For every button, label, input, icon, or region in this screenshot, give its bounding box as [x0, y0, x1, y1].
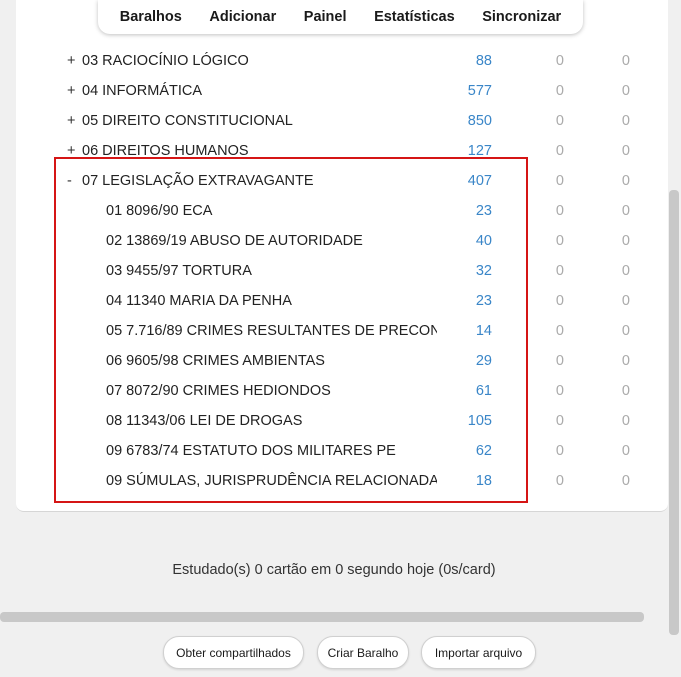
subdeck-row-maria-da-penha[interactable]: 04 11340 MARIA DA PENHA 23 0 0	[16, 286, 668, 316]
top-navigation-bar: Baralhos Adicionar Painel Estatísticas S…	[98, 0, 583, 34]
vertical-scrollbar[interactable]	[669, 190, 679, 635]
due-count: 0	[621, 113, 630, 129]
due-count: 0	[621, 413, 630, 429]
horizontal-scrollbar[interactable]	[0, 612, 644, 622]
deck-name[interactable]: 03 9455/97 TORTURA	[106, 256, 437, 286]
learn-count: 0	[555, 233, 564, 249]
subdeck-row-abuso-de-autoridade[interactable]: 02 13869/19 ABUSO DE AUTORIDADE 40 0 0	[16, 226, 668, 256]
new-count: 127	[467, 143, 492, 159]
deck-list-panel: + 03 RACIOCÍNIO LÓGICO 88 0 0 + 04 INFOR…	[16, 0, 668, 512]
due-count: 0	[621, 173, 630, 189]
new-count: 850	[467, 113, 492, 129]
due-count: 0	[621, 53, 630, 69]
learn-count: 0	[555, 473, 564, 489]
learn-count: 0	[555, 173, 564, 189]
deck-name[interactable]: 04 11340 MARIA DA PENHA	[106, 286, 437, 316]
deck-name[interactable]: 07 LEGISLAÇÃO EXTRAVAGANTE	[82, 166, 427, 196]
deck-name[interactable]: 04 INFORMÁTICA	[82, 76, 427, 106]
learn-count: 0	[555, 53, 564, 69]
new-count: 23	[475, 203, 492, 219]
nav-baralhos[interactable]: Baralhos	[120, 9, 182, 25]
due-count: 0	[621, 83, 630, 99]
due-count: 0	[621, 443, 630, 459]
new-count: 62	[475, 443, 492, 459]
expand-toggle[interactable]: +	[67, 76, 81, 106]
due-count: 0	[621, 383, 630, 399]
learn-count: 0	[555, 383, 564, 399]
nav-adicionar[interactable]: Adicionar	[209, 9, 276, 25]
due-count: 0	[621, 323, 630, 339]
learn-count: 0	[555, 203, 564, 219]
new-count: 61	[475, 383, 492, 399]
new-count: 407	[467, 173, 492, 189]
expand-toggle[interactable]: +	[67, 136, 81, 166]
due-count: 0	[621, 473, 630, 489]
new-count: 88	[475, 53, 492, 69]
due-count: 0	[621, 143, 630, 159]
deck-row-direito-constitucional[interactable]: + 05 DIREITO CONSTITUCIONAL 850 0 0	[16, 106, 668, 136]
learn-count: 0	[555, 413, 564, 429]
learn-count: 0	[555, 443, 564, 459]
due-count: 0	[621, 263, 630, 279]
deck-row-raciocinio-logico[interactable]: + 03 RACIOCÍNIO LÓGICO 88 0 0	[16, 46, 668, 76]
deck-name[interactable]: 06 DIREITOS HUMANOS	[82, 136, 427, 166]
subdeck-row-crimes-preconceito[interactable]: 05 7.716/89 CRIMES RESULTANTES DE PRECON…	[16, 316, 668, 346]
subdeck-row-estatuto-militares[interactable]: 09 6783/74 ESTATUTO DOS MILITARES PE 62 …	[16, 436, 668, 466]
get-shared-button[interactable]: Obter compartilhados	[163, 636, 304, 669]
nav-painel[interactable]: Painel	[304, 9, 347, 25]
deck-row-legislacao-extravagante[interactable]: - 07 LEGISLAÇÃO EXTRAVAGANTE 407 0 0	[16, 166, 668, 196]
deck-name[interactable]: 09 6783/74 ESTATUTO DOS MILITARES PE	[106, 436, 437, 466]
nav-estatisticas[interactable]: Estatísticas	[374, 9, 455, 25]
learn-count: 0	[555, 143, 564, 159]
expand-toggle[interactable]: +	[67, 106, 81, 136]
new-count: 23	[475, 293, 492, 309]
deck-row-direitos-humanos[interactable]: + 06 DIREITOS HUMANOS 127 0 0	[16, 136, 668, 166]
learn-count: 0	[555, 323, 564, 339]
learn-count: 0	[555, 113, 564, 129]
subdeck-row-sumulas[interactable]: 09 SÚMULAS, JURISPRUDÊNCIA RELACIONADAS …	[16, 466, 668, 496]
collapse-toggle[interactable]: -	[67, 166, 81, 196]
new-count: 29	[475, 353, 492, 369]
due-count: 0	[621, 233, 630, 249]
import-file-button[interactable]: Importar arquivo	[421, 636, 536, 669]
learn-count: 0	[555, 263, 564, 279]
learn-count: 0	[555, 353, 564, 369]
new-count: 32	[475, 263, 492, 279]
deck-row-informatica[interactable]: + 04 INFORMÁTICA 577 0 0	[16, 76, 668, 106]
subdeck-row-crimes-ambientais[interactable]: 06 9605/98 CRIMES AMBIENTAS 29 0 0	[16, 346, 668, 376]
deck-name[interactable]: 07 8072/90 CRIMES HEDIONDOS	[106, 376, 437, 406]
subdeck-row-tortura[interactable]: 03 9455/97 TORTURA 32 0 0	[16, 256, 668, 286]
learn-count: 0	[555, 83, 564, 99]
deck-name[interactable]: 01 8096/90 ECA	[106, 196, 437, 226]
deck-name[interactable]: 05 DIREITO CONSTITUCIONAL	[82, 106, 427, 136]
new-count: 18	[475, 473, 492, 489]
create-deck-button[interactable]: Criar Baralho	[317, 636, 409, 669]
due-count: 0	[621, 293, 630, 309]
new-count: 14	[475, 323, 492, 339]
due-count: 0	[621, 203, 630, 219]
deck-name[interactable]: 05 7.716/89 CRIMES RESULTANTES DE PRECON…	[106, 316, 437, 346]
deck-name[interactable]: 08 11343/06 LEI DE DROGAS	[106, 406, 437, 436]
subdeck-row-lei-de-drogas[interactable]: 08 11343/06 LEI DE DROGAS 105 0 0	[16, 406, 668, 436]
deck-name[interactable]: 03 RACIOCÍNIO LÓGICO	[82, 46, 427, 76]
learn-count: 0	[555, 293, 564, 309]
subdeck-row-eca[interactable]: 01 8096/90 ECA 23 0 0	[16, 196, 668, 226]
new-count: 577	[467, 83, 492, 99]
new-count: 105	[467, 413, 492, 429]
deck-name[interactable]: 09 SÚMULAS, JURISPRUDÊNCIA RELACIONADAS	[106, 466, 437, 496]
deck-name[interactable]: 06 9605/98 CRIMES AMBIENTAS	[106, 346, 437, 376]
due-count: 0	[621, 353, 630, 369]
expand-toggle[interactable]: +	[67, 46, 81, 76]
deck-name[interactable]: 02 13869/19 ABUSO DE AUTORIDADE	[106, 226, 437, 256]
nav-sincronizar[interactable]: Sincronizar	[482, 9, 561, 25]
new-count: 40	[475, 233, 492, 249]
subdeck-row-crimes-hediondos[interactable]: 07 8072/90 CRIMES HEDIONDOS 61 0 0	[16, 376, 668, 406]
studied-today-text: Estudado(s) 0 cartão em 0 segundo hoje (…	[172, 562, 496, 578]
